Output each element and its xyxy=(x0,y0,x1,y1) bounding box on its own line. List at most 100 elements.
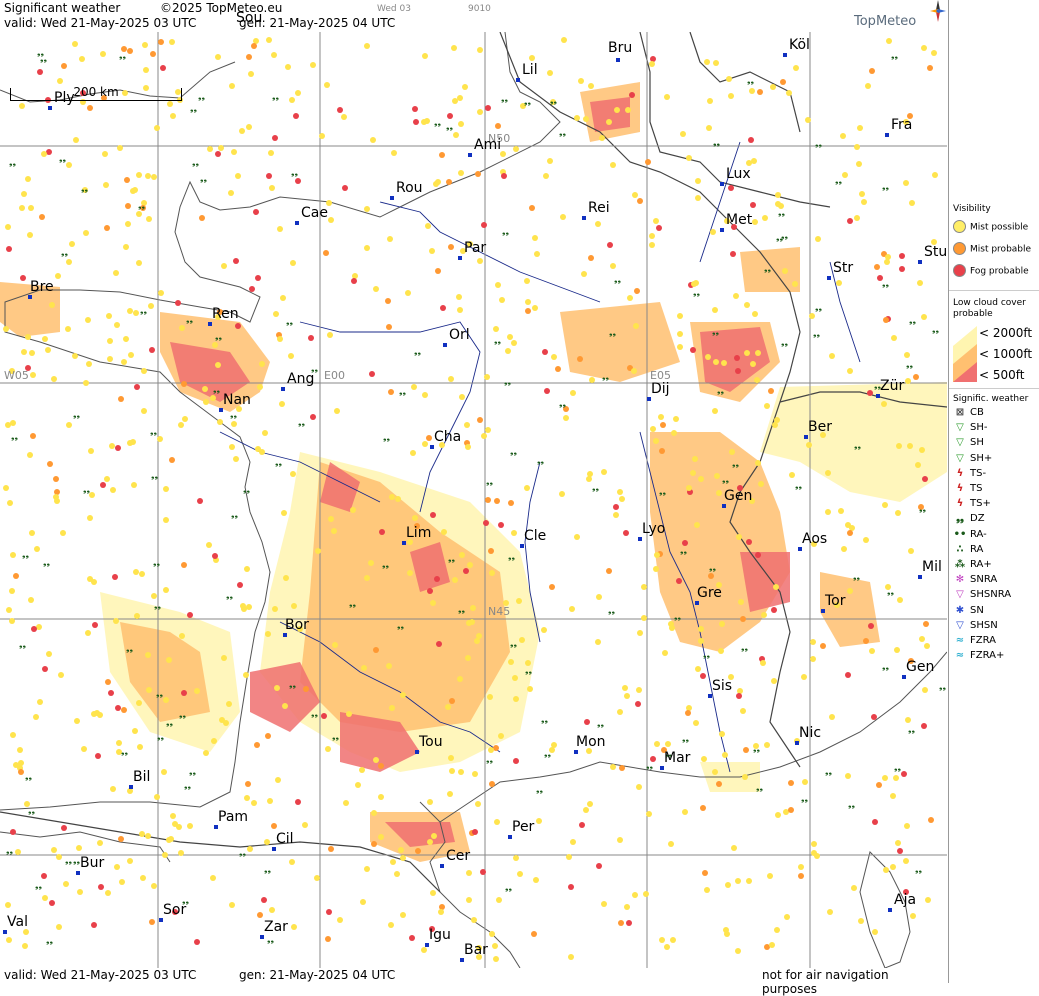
svg-text:❟❟: ❟❟ xyxy=(126,644,134,654)
svg-text:❟❟: ❟❟ xyxy=(614,275,622,285)
city-label: Gen xyxy=(724,488,753,504)
svg-text:❟❟: ❟❟ xyxy=(559,399,567,409)
snow-rain-shower-icon: ▽ xyxy=(956,589,964,601)
city-label: Nan xyxy=(223,392,251,408)
city-label: Val xyxy=(7,914,28,930)
svg-text:❟❟: ❟❟ xyxy=(887,587,895,597)
city-label: Ami xyxy=(474,137,502,153)
city-label: Bil xyxy=(133,769,151,785)
svg-text:❟❟: ❟❟ xyxy=(608,606,616,616)
svg-text:❟❟: ❟❟ xyxy=(680,546,688,556)
city-marker xyxy=(214,825,218,829)
city-marker xyxy=(390,196,394,200)
svg-text:❟❟: ❟❟ xyxy=(239,848,247,858)
logo-text: TopMeteo xyxy=(854,14,917,29)
sigwx-legend-item: ∴ RA xyxy=(953,543,984,555)
city-marker xyxy=(708,694,712,698)
coastlines xyxy=(0,31,948,969)
scale-bar: 200 km xyxy=(10,86,182,101)
svg-text:❟❟: ❟❟ xyxy=(544,749,552,759)
city-label: Aja xyxy=(894,892,917,908)
svg-text:❟❟: ❟❟ xyxy=(43,558,51,568)
svg-text:❟❟: ❟❟ xyxy=(11,432,19,442)
legend-swatch xyxy=(953,242,966,255)
cb-icon: ⊠ xyxy=(955,407,965,418)
city-marker xyxy=(783,53,787,57)
city-marker xyxy=(3,930,7,934)
svg-text:❟❟: ❟❟ xyxy=(882,182,890,192)
rain-heavy-icon: ⁂ xyxy=(954,559,966,570)
svg-text:❟❟: ❟❟ xyxy=(801,794,809,804)
svg-text:❟❟: ❟❟ xyxy=(275,458,283,468)
city-label: Mil xyxy=(922,559,942,575)
sigwx-legend-item: ϟ TS xyxy=(953,483,983,494)
svg-text:❟❟: ❟❟ xyxy=(264,865,272,875)
thunderstorm-light-icon: ϟ xyxy=(956,467,964,479)
city-label: Mar xyxy=(664,750,691,766)
svg-text:❟❟: ❟❟ xyxy=(906,360,914,370)
city-marker xyxy=(695,601,699,605)
svg-text:❟❟: ❟❟ xyxy=(349,599,357,609)
city-marker xyxy=(720,182,724,186)
svg-text:❟❟: ❟❟ xyxy=(524,97,532,107)
city-marker xyxy=(159,918,163,922)
city-label: Fra xyxy=(891,117,913,133)
footer-valid: valid: Wed 21-May-2025 03 UTC xyxy=(4,968,197,982)
svg-text:❟❟: ❟❟ xyxy=(61,248,69,258)
city-marker xyxy=(440,864,444,868)
city-label: Ply xyxy=(54,90,75,106)
city-marker xyxy=(516,78,520,82)
svg-text:❟❟: ❟❟ xyxy=(446,122,454,132)
city-marker xyxy=(283,633,287,637)
grid-label-e00: E00 xyxy=(324,369,345,382)
legend-label: Mist probable xyxy=(970,244,1032,255)
svg-text:❟❟: ❟❟ xyxy=(486,477,494,487)
city-marker xyxy=(616,58,620,62)
visibility-legend-item: Mist probable xyxy=(953,242,1031,255)
city-label: Met xyxy=(726,212,753,228)
svg-text:❟❟: ❟❟ xyxy=(286,317,294,327)
legend-panel: Visibility Mist possible Mist probable Fog… xyxy=(948,0,1039,983)
svg-text:❟❟: ❟❟ xyxy=(458,605,466,615)
city-marker xyxy=(647,397,651,401)
city-label: Par xyxy=(464,240,487,256)
city-label: Sis xyxy=(712,678,733,694)
city-marker xyxy=(520,544,524,548)
generated-time: gen: 21-May-2025 04 UTC xyxy=(239,16,396,30)
city-label: Sou xyxy=(236,10,263,26)
city-marker xyxy=(415,750,419,754)
svg-text:❟❟: ❟❟ xyxy=(154,601,162,611)
visibility-legend-item: Mist possible xyxy=(953,220,1028,233)
svg-text:❟❟: ❟❟ xyxy=(541,715,549,725)
svg-text:❟❟: ❟❟ xyxy=(186,315,194,325)
city-label: Sor xyxy=(163,902,187,918)
city-marker xyxy=(272,847,276,851)
svg-text:❟❟: ❟❟ xyxy=(597,719,605,729)
weather-symbols: ❟❟ ❟❟ ❟❟ ❟❟ ❟❟ ❟❟ ❟❟ ❟❟ ❟❟ ❟❟ ❟❟ ❟❟ ❟❟ ❟❟ ❟❟ ❟❟ ❟❟ ❟❟ ❟❟ ❟❟… xyxy=(3,37,947,962)
rain-icon: ∴ xyxy=(956,543,964,555)
visibility-title: Visibility xyxy=(953,204,991,214)
sigwx-legend-item: ▽ SHSNRA xyxy=(953,589,1011,600)
svg-text:❟❟: ❟❟ xyxy=(939,682,947,692)
sigwx-legend-item: ⁂ RA+ xyxy=(953,559,992,570)
city-marker xyxy=(260,935,264,939)
city-label: Lil xyxy=(522,62,538,78)
legend-swatch xyxy=(953,264,966,277)
svg-text:❟❟: ❟❟ xyxy=(230,410,238,420)
svg-text:❟❟: ❟❟ xyxy=(311,709,319,719)
city-marker xyxy=(281,387,285,391)
city-marker xyxy=(918,260,922,264)
city-marker xyxy=(295,221,299,225)
city-marker xyxy=(129,785,133,789)
svg-text:❟❟: ❟❟ xyxy=(9,158,17,168)
lowcloud-legend-item: < 1000ft xyxy=(979,347,1033,361)
svg-text:❟❟: ❟❟ xyxy=(894,763,902,773)
svg-text:❟❟: ❟❟ xyxy=(908,725,916,735)
city-label: Köl xyxy=(789,37,810,53)
svg-text:❟❟: ❟❟ xyxy=(609,328,617,338)
city-marker xyxy=(876,394,880,398)
city-label: Cle xyxy=(524,528,547,544)
legend-label: SH+ xyxy=(970,452,993,464)
city-label: Cer xyxy=(446,848,471,864)
svg-text:❟❟: ❟❟ xyxy=(525,666,533,676)
